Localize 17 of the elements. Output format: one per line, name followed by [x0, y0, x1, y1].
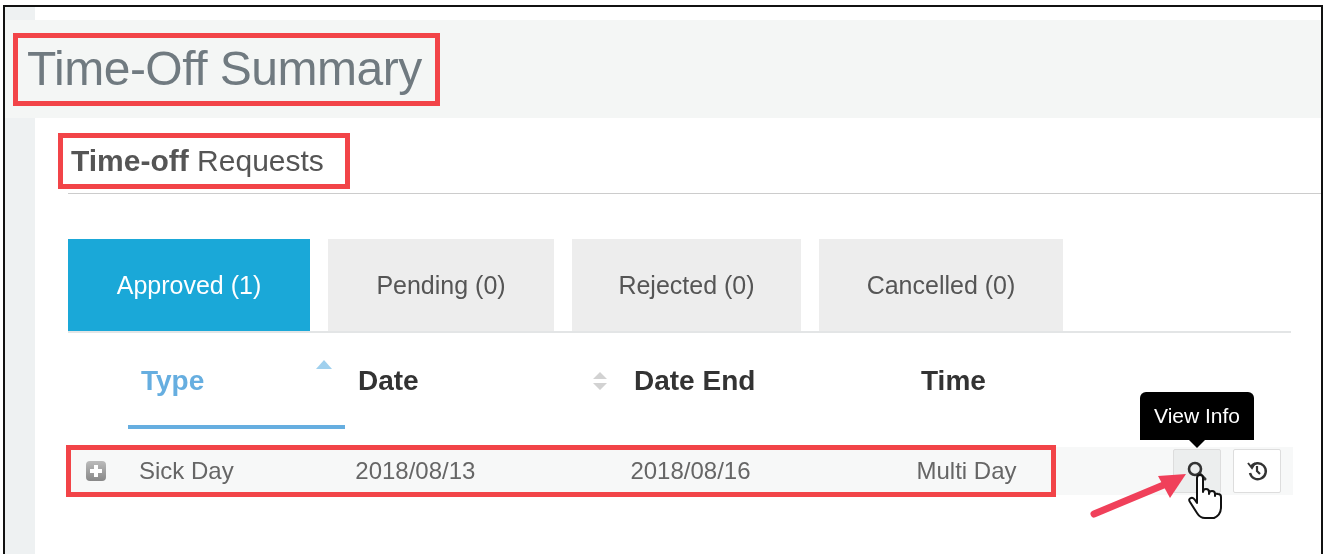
history-button[interactable] — [1233, 449, 1281, 493]
expand-icon[interactable] — [86, 461, 106, 481]
tab[interactable]: Cancelled (0) — [819, 239, 1063, 331]
column-header[interactable]: Date — [345, 333, 621, 429]
page-title: Time-Off Summary — [13, 32, 440, 106]
table-cell-text: 2018/08/13 — [355, 457, 477, 485]
table-cell-text: Multi Day — [916, 457, 1018, 485]
column-header[interactable]: Date End — [621, 333, 908, 429]
section-title: Time-off Requests — [58, 133, 350, 189]
tooltip: View Info — [1140, 392, 1254, 448]
tab[interactable]: Rejected (0) — [572, 239, 801, 331]
tab[interactable]: Pending (0) — [328, 239, 554, 331]
search-icon — [1186, 460, 1208, 482]
column-header[interactable]: Time — [908, 333, 1058, 429]
table-cell-text: 2018/08/16 — [630, 457, 752, 485]
table-cell-text: Sick Day — [139, 457, 235, 485]
history-icon — [1246, 460, 1268, 482]
